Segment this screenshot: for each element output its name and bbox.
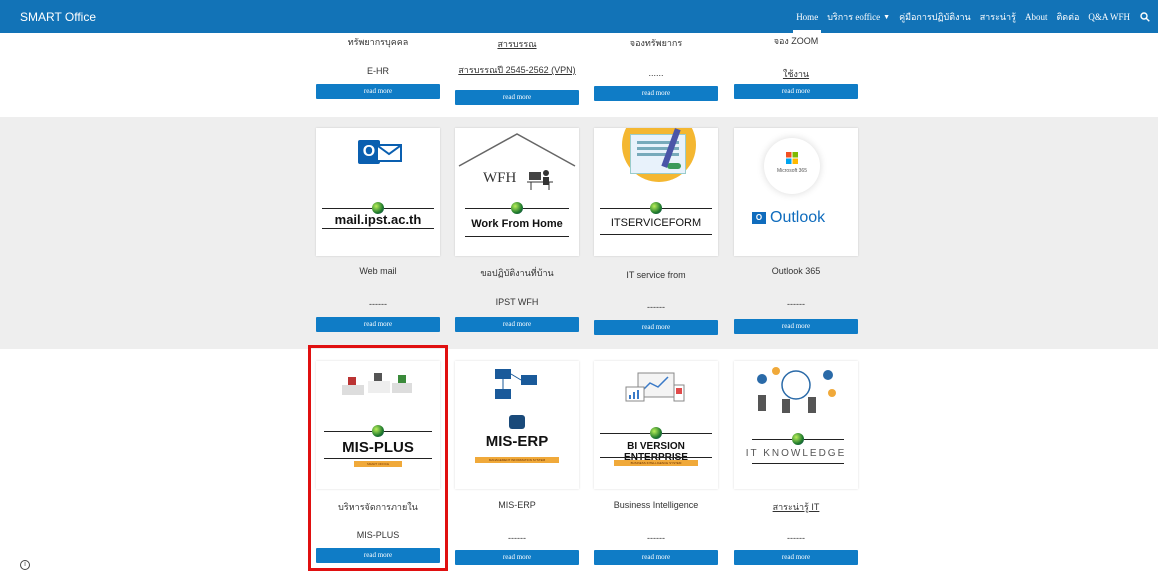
row1-col2-title[interactable]: สารบรรณ bbox=[455, 37, 579, 51]
card-sub: ------ bbox=[647, 533, 665, 543]
microsoft365-label: Microsoft 365 bbox=[776, 168, 807, 174]
envelope-icon bbox=[376, 144, 402, 162]
itserviceform-card[interactable]: ITSERVICEFORM bbox=[594, 128, 718, 256]
card-caption: IT service from bbox=[626, 270, 686, 280]
people-network-illustration bbox=[748, 365, 844, 415]
outlook-card[interactable]: Microsoft 365 O Outlook bbox=[734, 128, 858, 256]
card-subtitle: BUSINESS INTELLIGENCE SYSTEM bbox=[614, 460, 698, 466]
nav-eoffice-services[interactable]: บริการ eoffice ▼ bbox=[827, 10, 890, 24]
card-title: mail.ipst.ac.th bbox=[334, 212, 422, 227]
nav-knowledge-label: สาระน่ารู้ bbox=[979, 11, 1016, 22]
row1-col3-title: จองทรัพยากร bbox=[629, 38, 683, 48]
card-sub: ------ bbox=[647, 302, 665, 312]
card-caption: MIS-ERP bbox=[498, 500, 536, 510]
it-knowledge-card[interactable]: IT KNOWLEDGE bbox=[734, 361, 858, 489]
mis-erp-card[interactable]: MIS-ERP MANAGEMENT INFORMATION SYSTEM bbox=[455, 361, 579, 489]
globe-icon bbox=[650, 427, 662, 439]
row1-col4-title: จอง ZOOM bbox=[773, 36, 819, 46]
nav-contact[interactable]: ติดต่อ bbox=[1056, 10, 1079, 24]
read-more-button[interactable]: read more bbox=[455, 90, 579, 105]
row1-col3-sub: ...... bbox=[648, 68, 664, 78]
read-more-button[interactable]: read more bbox=[734, 84, 858, 99]
wfh-label: WFH bbox=[483, 170, 517, 186]
card-title: Outlook bbox=[770, 209, 826, 226]
read-more-button[interactable]: read more bbox=[594, 86, 718, 101]
read-more-button[interactable]: read more bbox=[316, 317, 440, 332]
card-caption[interactable]: สาระน่ารู้ IT bbox=[734, 500, 858, 514]
services-band bbox=[0, 117, 1158, 349]
nav-manual-label: คู่มือการปฏิบัติงาน bbox=[899, 11, 971, 22]
card-sub: ------ bbox=[787, 299, 805, 309]
card-caption: Outlook 365 bbox=[771, 266, 821, 276]
card-sub: IPST WFH bbox=[495, 297, 539, 307]
card-title: MIS-ERP bbox=[485, 433, 549, 450]
wfh-card[interactable]: WFH Work From Home bbox=[455, 128, 579, 256]
chevron-down-icon: ▼ bbox=[883, 12, 891, 21]
nav-home-label: Home bbox=[796, 11, 819, 22]
row1-col4-sub[interactable]: ใช้งาน bbox=[734, 67, 858, 81]
microsoft-logo-icon bbox=[786, 152, 798, 164]
read-more-button[interactable]: read more bbox=[594, 320, 718, 335]
person-at-desk-icon bbox=[527, 168, 553, 190]
read-more-button[interactable]: read more bbox=[734, 550, 858, 565]
row1-col1-title: ทรัพยากรบุคคล bbox=[347, 37, 409, 47]
nav-qa-label: Q&A WFH bbox=[1088, 11, 1130, 22]
mis-plus-highlight-frame bbox=[308, 345, 448, 571]
card-caption: Business Intelligence bbox=[613, 500, 699, 510]
card-title: ITSERVICEFORM bbox=[610, 217, 702, 229]
read-more-button[interactable]: read more bbox=[455, 550, 579, 565]
nav-knowledge[interactable]: สาระน่ารู้ bbox=[980, 10, 1016, 24]
form-sheet-icon bbox=[630, 134, 686, 174]
card-sub: ------ bbox=[787, 533, 805, 543]
read-more-button[interactable]: read more bbox=[316, 84, 440, 99]
read-more-button[interactable]: read more bbox=[734, 319, 858, 334]
nav-eoffice-label: บริการ eoffice bbox=[827, 11, 881, 22]
main-nav: Home บริการ eoffice ▼ คู่มือการปฏิบัติงาน… bbox=[787, 0, 1150, 33]
vpn-shield-icon bbox=[509, 415, 525, 429]
globe-icon bbox=[511, 202, 523, 214]
nav-about-label: About bbox=[1024, 11, 1048, 22]
row1-col2-sub[interactable]: สารบรรณปี 2545-2562 (VPN) bbox=[455, 63, 579, 77]
card-title: IT KNOWLEDGE bbox=[745, 448, 847, 459]
microsoft-logo-circle: Microsoft 365 bbox=[764, 138, 820, 194]
dashboard-devices-illustration bbox=[620, 371, 692, 407]
row1-col1-sub: E-HR bbox=[367, 66, 389, 76]
nav-about[interactable]: About bbox=[1025, 12, 1048, 22]
globe-icon bbox=[792, 433, 804, 445]
outlook-icon: O bbox=[752, 212, 766, 224]
card-caption: Web mail bbox=[359, 266, 397, 276]
card-subtitle: MANAGEMENT INFORMATION SYSTEM bbox=[475, 457, 559, 463]
globe-icon bbox=[650, 202, 662, 214]
house-roof-icon bbox=[458, 133, 576, 167]
info-icon[interactable]: i bbox=[20, 560, 30, 570]
card-title: Work From Home bbox=[471, 218, 563, 230]
card-sub: ------ bbox=[508, 533, 526, 543]
card-caption: ขอปฏิบัติงานที่บ้าน bbox=[480, 268, 554, 278]
bi-enterprise-card[interactable]: BI VERSION ENTERPRISE BUSINESS INTELLIGE… bbox=[594, 361, 718, 489]
card-sub: ------ bbox=[369, 299, 387, 309]
nav-manual[interactable]: คู่มือการปฏิบัติงาน bbox=[899, 10, 971, 24]
webmail-card[interactable]: O mail.ipst.ac.th bbox=[316, 128, 440, 256]
nav-home[interactable]: Home bbox=[793, 0, 822, 33]
search-icon[interactable] bbox=[1140, 11, 1150, 22]
brand-title[interactable]: SMART Office bbox=[20, 10, 96, 24]
read-more-button[interactable]: read more bbox=[594, 550, 718, 565]
top-nav-bar: SMART Office Home บริการ eoffice ▼ คู่มือ… bbox=[0, 0, 1158, 33]
nav-qa-wfh[interactable]: Q&A WFH bbox=[1088, 12, 1130, 22]
read-more-button[interactable]: read more bbox=[455, 317, 579, 332]
nav-contact-label: ติดต่อ bbox=[1056, 11, 1080, 22]
network-computers-icon bbox=[493, 367, 541, 403]
